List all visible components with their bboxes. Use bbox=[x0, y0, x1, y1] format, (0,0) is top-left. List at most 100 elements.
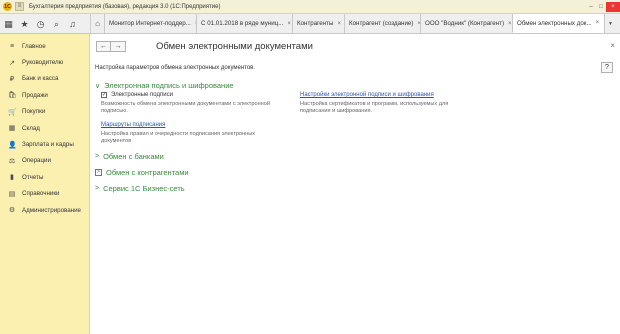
sidebar-item-admin[interactable]: ⚙ Администрирование bbox=[0, 202, 89, 218]
tabs-more-icon[interactable]: ▼ bbox=[604, 14, 616, 33]
sidebar-item-label: Банк и касса bbox=[22, 75, 59, 83]
forward-button[interactable]: → bbox=[111, 41, 126, 52]
person-icon: 👤 bbox=[8, 141, 17, 149]
note-line: Настройка правил и очередности подписани… bbox=[101, 131, 256, 137]
sidebar-item-salary[interactable]: 👤 Зарплата и кадры bbox=[0, 136, 89, 152]
sidebar-item-label: Склад bbox=[22, 124, 40, 132]
tab-close-icon[interactable]: × bbox=[337, 21, 341, 27]
main-menu-icon[interactable]: ≡ bbox=[15, 2, 24, 11]
tab-monitor[interactable]: Монитор Интернет-поддер... × bbox=[104, 14, 196, 33]
tab-contractor-create[interactable]: Контрагент (создание) × bbox=[344, 14, 420, 33]
app-logo-icon: 1С bbox=[3, 2, 12, 11]
section-title: Обмен с банками bbox=[103, 152, 164, 161]
chevron-right-icon: > bbox=[95, 153, 100, 160]
tab-label: Контрагент (создание) bbox=[349, 20, 414, 27]
section-business-network-header[interactable]: > Сервис 1С Бизнес-сеть bbox=[95, 184, 185, 193]
sidebar-item-bank[interactable]: ₽ Банк и касса bbox=[0, 71, 89, 87]
signature-settings-link[interactable]: Настройки электронной подписи и шифрован… bbox=[300, 92, 434, 98]
sidebar-item-manager[interactable]: ↗ Руководителю bbox=[0, 54, 89, 70]
tab-label: Обмен электронных док... bbox=[517, 19, 592, 27]
section-contractors-header[interactable]: > Обмен с контрагентами bbox=[95, 168, 189, 177]
note-line: Возможность обмена электронными документ… bbox=[101, 101, 270, 107]
sections-grid-icon[interactable]: ▦ bbox=[4, 19, 13, 29]
window-controls: – □ × bbox=[586, 0, 620, 14]
sidebar-item-label: Справочники bbox=[22, 190, 60, 198]
tab-contractor-vodnik[interactable]: ООО "Водник" (Контрагент) × bbox=[420, 14, 512, 33]
bar-chart-icon: ▮ bbox=[10, 174, 14, 182]
sidebar-item-label: Руководителю bbox=[22, 59, 64, 67]
note-line: документов bbox=[101, 138, 132, 144]
tab-close-icon[interactable]: × bbox=[508, 21, 512, 27]
chevron-right-icon: > bbox=[95, 185, 100, 192]
signature-settings-note: Настройка сертификатов и программ, испол… bbox=[300, 101, 448, 115]
search-icon[interactable]: ⌕ bbox=[52, 19, 61, 29]
signatures-checkbox-row[interactable]: ✓ Электронные подписи bbox=[101, 92, 173, 98]
sidebar-item-label: Продажи bbox=[22, 91, 48, 99]
sidebar-item-operations[interactable]: ⚖ Операции bbox=[0, 153, 89, 169]
sidebar-item-catalogs[interactable]: ▤ Справочники bbox=[0, 186, 89, 202]
back-button[interactable]: ← bbox=[96, 41, 111, 52]
tab-news[interactable]: С 01.01.2018 в ряде муниц... × bbox=[196, 14, 292, 33]
checkbox-label: Электронные подписи bbox=[111, 92, 173, 98]
coin-icon: ₽ bbox=[9, 75, 15, 83]
tab-label: Монитор Интернет-поддер... bbox=[109, 20, 191, 27]
scales-icon: ⚖ bbox=[8, 157, 16, 165]
sidebar-item-label: Главное bbox=[22, 42, 46, 50]
notifications-bell-icon[interactable]: ♫ bbox=[68, 19, 77, 29]
menu-lines-icon: ≡ bbox=[9, 42, 15, 50]
maximize-button[interactable]: □ bbox=[596, 4, 606, 10]
book-icon: ▤ bbox=[8, 190, 16, 198]
signatures-checkbox[interactable]: ✓ bbox=[101, 92, 107, 98]
sections-sidebar: ≡ Главное ↗ Руководителю ₽ Банк и касса … bbox=[0, 34, 90, 334]
form-close-icon[interactable]: × bbox=[610, 41, 615, 50]
tab-label: С 01.01.2018 в ряде муниц... bbox=[201, 20, 284, 27]
sidebar-item-main[interactable]: ≡ Главное bbox=[0, 38, 89, 54]
sidebar-item-label: Администрирование bbox=[22, 206, 82, 214]
signing-routes-link[interactable]: Маршруты подписания bbox=[101, 122, 165, 128]
note-line: Настройка сертификатов и программ, испол… bbox=[300, 101, 449, 107]
tab-close-icon[interactable]: × bbox=[287, 21, 291, 27]
note-line: подписью. bbox=[101, 108, 128, 114]
tab-label: Контрагенты bbox=[297, 20, 334, 27]
tab-bar: ▦ ★ ◷ ⌕ ♫ ⌂ Монитор Интернет-поддер... ×… bbox=[0, 14, 620, 34]
gear-icon: ⚙ bbox=[8, 207, 16, 215]
section-signature-header[interactable]: ∨ Электронная подпись и шифрование bbox=[95, 81, 234, 90]
section-title: Сервис 1С Бизнес-сеть bbox=[103, 184, 185, 193]
form-area: ← → Обмен электронными документами × Нас… bbox=[90, 34, 620, 334]
sidebar-item-label: Операции bbox=[22, 157, 51, 165]
section-title: Электронная подпись и шифрование bbox=[104, 81, 234, 90]
sidebar-item-purchases[interactable]: 🛒 Покупки bbox=[0, 104, 89, 120]
section-title: Обмен с контрагентами bbox=[106, 168, 189, 177]
help-button[interactable]: ? bbox=[601, 62, 613, 73]
chevron-right-icon: > bbox=[95, 169, 102, 176]
sidebar-item-warehouse[interactable]: ▦ Склад bbox=[0, 120, 89, 136]
history-icon[interactable]: ◷ bbox=[36, 19, 45, 29]
toolbar-icons: ▦ ★ ◷ ⌕ ♫ bbox=[0, 14, 90, 33]
tab-label: ООО "Водник" (Контрагент) bbox=[425, 20, 505, 27]
form-description: Настройка параметров обмена электронных … bbox=[95, 65, 256, 71]
nav-buttons: ← → bbox=[96, 41, 126, 52]
cart-icon: 🛒 bbox=[8, 108, 17, 116]
signing-routes-note: Настройка правил и очередности подписани… bbox=[101, 131, 255, 145]
shopping-bag-icon: 🛍 bbox=[8, 92, 17, 100]
tab-edo-exchange[interactable]: Обмен электронных док... × bbox=[512, 14, 604, 33]
home-icon[interactable]: ⌂ bbox=[90, 14, 104, 33]
minimize-button[interactable]: – bbox=[586, 4, 596, 10]
note-line: подписания и шифрования. bbox=[300, 108, 373, 114]
page-title: Обмен электронными документами bbox=[156, 41, 313, 52]
tab-close-icon[interactable]: × bbox=[596, 20, 600, 26]
sidebar-item-sales[interactable]: 🛍 Продажи bbox=[0, 87, 89, 103]
checkbox-note: Возможность обмена электронными документ… bbox=[101, 101, 270, 115]
trend-icon: ↗ bbox=[9, 59, 15, 67]
close-window-button[interactable]: × bbox=[606, 2, 620, 12]
tab-contractors[interactable]: Контрагенты × bbox=[292, 14, 344, 33]
warehouse-icon: ▦ bbox=[8, 125, 16, 133]
sidebar-item-label: Зарплата и кадры bbox=[22, 141, 74, 149]
chevron-down-icon: ∨ bbox=[95, 82, 101, 90]
sidebar-item-reports[interactable]: ▮ Отчеты bbox=[0, 169, 89, 185]
sidebar-item-label: Отчеты bbox=[22, 173, 44, 181]
title-bar: 1С ≡ Бухгалтерия предприятия (базовая), … bbox=[0, 0, 620, 14]
sidebar-item-label: Покупки bbox=[22, 108, 46, 116]
favorites-star-icon[interactable]: ★ bbox=[20, 19, 29, 29]
section-banks-header[interactable]: > Обмен с банками bbox=[95, 152, 164, 161]
